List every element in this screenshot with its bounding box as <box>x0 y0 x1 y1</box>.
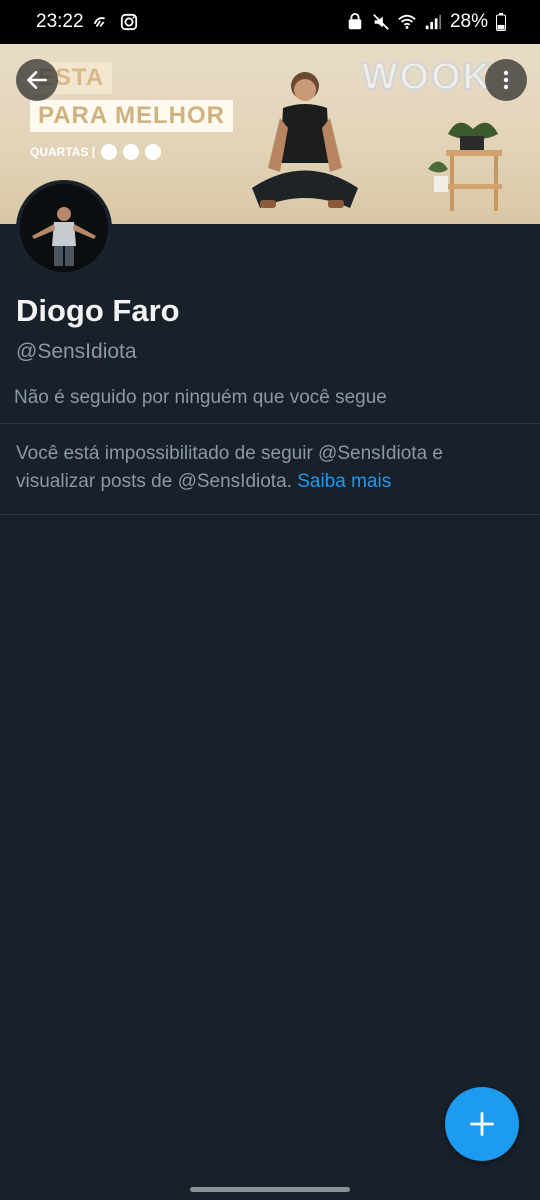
lock-icon <box>348 13 362 30</box>
divider <box>0 514 540 515</box>
more-options-button[interactable] <box>485 59 527 101</box>
banner-person-illustration <box>252 72 358 208</box>
home-indicator[interactable] <box>190 1187 350 1192</box>
battery-icon <box>496 13 506 31</box>
arrow-left-icon <box>27 71 47 89</box>
banner-logo: WOOK <box>361 55 492 99</box>
mute-icon <box>373 14 389 30</box>
podcast-icon <box>145 144 162 160</box>
plus-icon <box>470 1112 494 1136</box>
back-button[interactable] <box>16 59 58 101</box>
avatar-image <box>20 184 108 272</box>
blocked-message: Você está impossibilitado de seguir @Sen… <box>16 440 516 496</box>
wifi-icon <box>398 14 416 29</box>
banner-subtitle: QUARTAS | <box>30 144 162 160</box>
instagram-icon <box>120 13 138 31</box>
compose-post-button[interactable] <box>445 1087 519 1161</box>
banner-title-line2: PARA MELHOR <box>30 100 233 132</box>
weather-icon <box>93 17 105 28</box>
status-bar: 23:22 28% <box>0 0 540 44</box>
profile-handle: @SensIdiota <box>16 340 137 363</box>
signal-icon <box>425 14 442 30</box>
spotify-icon <box>123 144 140 160</box>
avatar[interactable] <box>16 180 112 276</box>
banner-plant-stool <box>428 122 502 211</box>
battery-percent: 28% <box>449 11 488 32</box>
more-vertical-icon <box>503 70 509 90</box>
divider <box>0 423 540 424</box>
learn-more-link[interactable]: Saiba mais <box>297 471 391 492</box>
followers-you-know-note: Não é seguido por ninguém que você segue <box>14 387 387 408</box>
youtube-icon <box>101 144 118 160</box>
profile-name: Diogo Faro <box>16 293 180 328</box>
status-time: 23:22 <box>36 11 84 32</box>
